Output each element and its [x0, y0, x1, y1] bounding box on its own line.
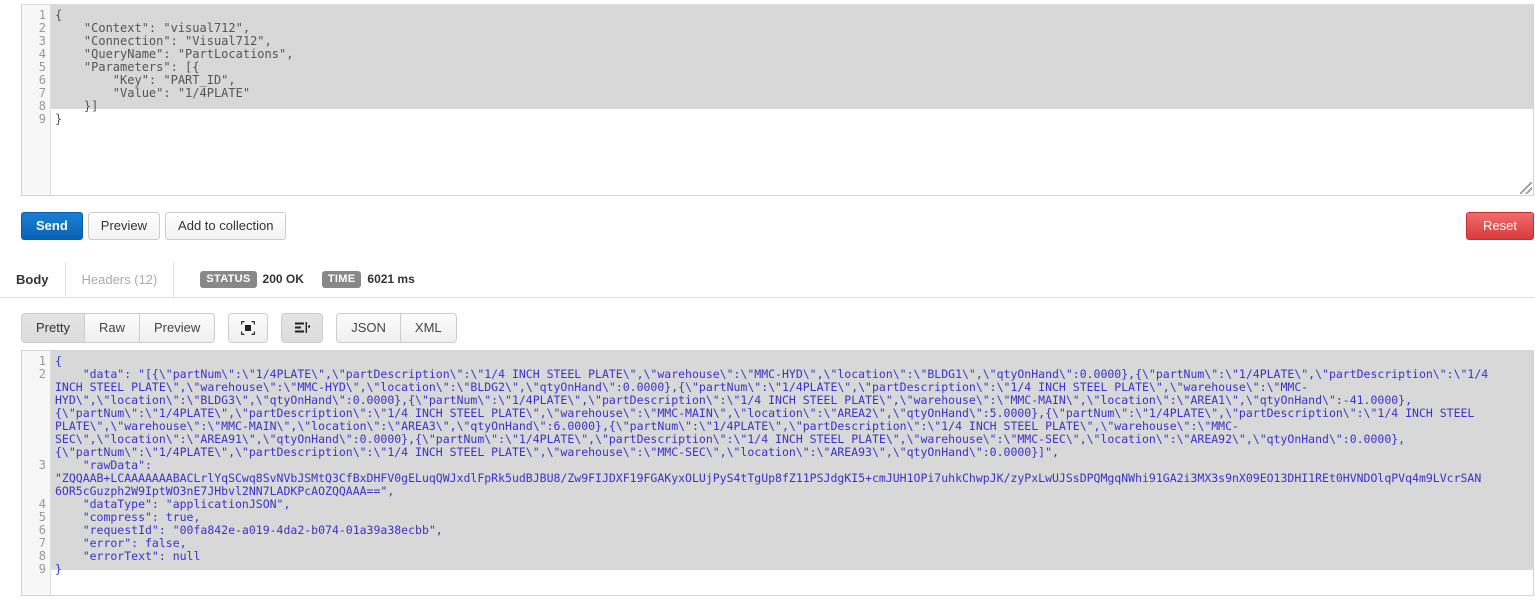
code-line: "requestId": "00fa842e-a019-4da2-b074-01… — [55, 523, 443, 537]
response-meta: STATUS 200 OK TIME 6021 ms — [200, 262, 415, 297]
wrap-lines-icon[interactable] — [281, 313, 324, 343]
editor-resize-grip-icon[interactable] — [1520, 182, 1532, 194]
code-line: { — [55, 8, 63, 22]
request-line-numbers: 123456789 — [22, 5, 51, 195]
response-code-lines: { "data": "[{\"partNum\":\"1/4PLATE\",\"… — [55, 355, 1533, 576]
reset-button[interactable]: Reset — [1466, 212, 1534, 240]
code-line: } — [55, 562, 62, 576]
response-line-numbers: 12 3 456789 — [22, 351, 51, 595]
tab-body[interactable]: Body — [0, 262, 66, 297]
response-format-toolbar: Pretty Raw Preview JSON XML — [21, 313, 470, 343]
code-line: "dataType": "applicationJSON", — [55, 497, 291, 511]
request-code-lines: { "Context": "visual712", "Connection": … — [55, 9, 1533, 126]
request-actions-bar: Send Preview Add to collection Reset — [21, 212, 1534, 240]
maximize-icon[interactable] — [228, 313, 269, 343]
response-codemirror[interactable]: 12 3 456789 { "data": "[{\"partNum\":\"1… — [22, 351, 1533, 595]
code-line: } — [55, 112, 63, 126]
code-line: {\"partNum\":\"1/4PLATE\",\"partDescript… — [55, 445, 1059, 459]
code-line: "error": false, — [55, 536, 187, 550]
code-line: "QueryName": "PartLocations", — [55, 47, 294, 61]
tab-headers[interactable]: Headers (12) — [66, 262, 175, 297]
response-body-editor[interactable]: 12 3 456789 { "data": "[{\"partNum\":\"1… — [21, 350, 1534, 596]
raw-button[interactable]: Raw — [83, 313, 140, 343]
line-number: 9 — [38, 562, 46, 576]
status-badge: STATUS — [200, 271, 257, 289]
send-button[interactable]: Send — [21, 212, 83, 240]
add-to-collection-button[interactable]: Add to collection — [165, 212, 287, 240]
response-code-area[interactable]: { "data": "[{\"partNum\":\"1/4PLATE\",\"… — [51, 351, 1533, 595]
request-code-area[interactable]: { "Context": "visual712", "Connection": … — [51, 5, 1533, 195]
postman-request-response-panel: 123456789 { "Context": "visual712", "Con… — [0, 0, 1535, 606]
code-line: "Value": "1/4PLATE" — [55, 86, 251, 100]
request-codemirror[interactable]: 123456789 { "Context": "visual712", "Con… — [22, 5, 1533, 195]
code-line: }] — [55, 99, 99, 113]
code-line: "errorText": null — [55, 549, 201, 563]
response-tabs-bar: Body Headers (12) STATUS 200 OK TIME 6021 ms — [0, 262, 1535, 298]
code-line: "Key": "PART_ID", — [55, 73, 236, 87]
wrap-lines-group — [281, 313, 324, 343]
code-line: "Parameters": [{ — [55, 60, 200, 74]
pretty-button[interactable]: Pretty — [21, 313, 85, 343]
fullscreen-group — [228, 313, 269, 343]
time-badge: TIME — [321, 271, 362, 289]
request-body-editor[interactable]: 123456789 { "Context": "visual712", "Con… — [21, 4, 1534, 196]
code-line: "Context": "visual712", — [55, 21, 251, 35]
preview-request-button[interactable]: Preview — [87, 212, 161, 240]
status-value: 200 OK — [262, 272, 304, 287]
time-value: 6021 ms — [367, 272, 415, 287]
xml-button[interactable]: XML — [399, 313, 457, 343]
language-group: JSON XML — [336, 313, 457, 343]
json-button[interactable]: JSON — [336, 313, 401, 343]
preview-body-button[interactable]: Preview — [138, 313, 216, 343]
line-number: 9 — [38, 112, 46, 126]
view-mode-group: Pretty Raw Preview — [21, 313, 216, 343]
